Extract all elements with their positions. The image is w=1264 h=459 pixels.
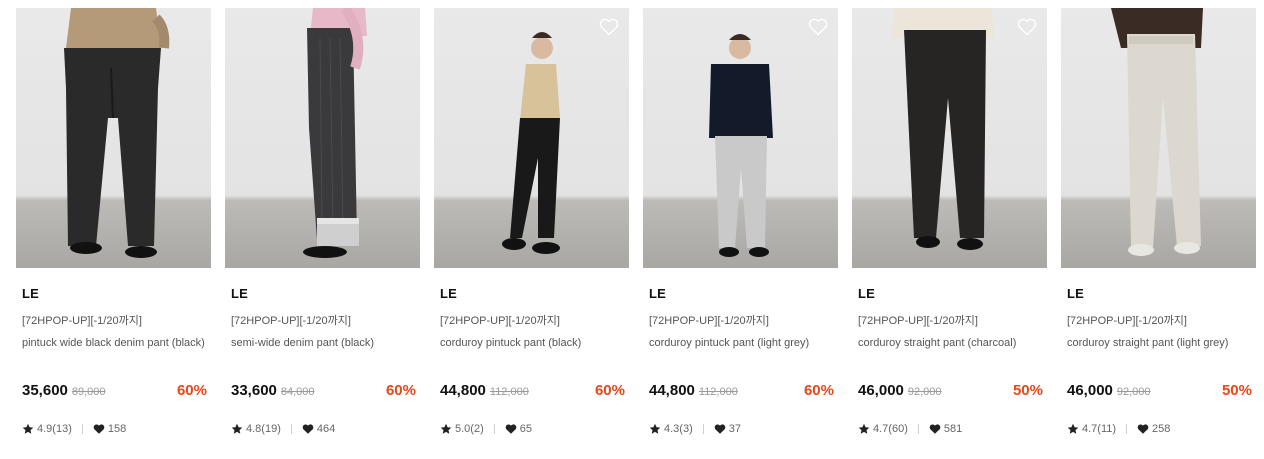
discount-rate: 50% (1221, 382, 1252, 399)
brand-name[interactable]: LE (231, 286, 420, 302)
sale-price: 44,800 (440, 382, 486, 399)
product-image[interactable] (434, 8, 629, 268)
product-image[interactable] (225, 8, 420, 268)
sale-price: 33,600 (231, 382, 277, 399)
rating-text: 4.7(11) (1082, 423, 1117, 435)
product-name[interactable]: semi-wide denim pant (black) (231, 336, 417, 366)
original-price: 112,000 (698, 386, 738, 398)
brand-name[interactable]: LE (440, 286, 629, 302)
promo-text: [72HPOP-UP][-1/20까지] (649, 315, 769, 327)
star-icon (231, 423, 243, 434)
product-grid: LE [72HPOP-UP][-1/20까지] pintuck wide bla… (16, 8, 1256, 436)
brand-name[interactable]: LE (858, 286, 1047, 302)
divider (1126, 424, 1128, 434)
heart-icon (1137, 424, 1149, 434)
likes-count: 464 (316, 423, 336, 435)
product-meta: 4.3(3) 37 (649, 422, 838, 436)
original-price: 84,000 (280, 386, 315, 398)
product-name[interactable]: corduroy straight pant (light grey) (1067, 336, 1253, 366)
product-card[interactable]: LE [72HPOP-UP][-1/20까지] corduroy pintuck… (643, 8, 838, 436)
discount-rate: 60% (385, 382, 416, 399)
product-meta: 4.9(13) 158 (22, 422, 211, 436)
original-price: 112,000 (489, 386, 529, 398)
brand-name[interactable]: LE (649, 286, 838, 302)
product-card[interactable]: LE [72HPOP-UP][-1/20까지] corduroy straigh… (1061, 8, 1256, 436)
promo-text: [72HPOP-UP][-1/20까지] (440, 315, 560, 327)
product-meta: 5.0(2) 65 (440, 422, 629, 436)
sale-price: 46,000 (1067, 382, 1113, 399)
sale-price: 46,000 (858, 382, 904, 399)
product-card[interactable]: LE [72HPOP-UP][-1/20까지] corduroy straigh… (852, 8, 1047, 436)
product-name[interactable]: corduroy straight pant (charcoal) (858, 336, 1044, 366)
original-price: 89,000 (71, 386, 106, 398)
product-image[interactable] (852, 8, 1047, 268)
heart-icon (93, 424, 105, 434)
divider (702, 424, 704, 434)
promo-text: [72HPOP-UP][-1/20까지] (858, 315, 978, 327)
divider (290, 424, 292, 434)
rating-text: 4.8(19) (246, 423, 281, 435)
star-icon (440, 423, 452, 434)
product-meta: 4.7(60) 581 (858, 422, 1047, 436)
discount-rate: 50% (1012, 382, 1043, 399)
product-meta: 4.7(11) 258 (1067, 422, 1256, 436)
product-card[interactable]: LE [72HPOP-UP][-1/20까지] corduroy pintuck… (434, 8, 629, 436)
heart-icon (714, 424, 726, 434)
product-name[interactable]: corduroy pintuck pant (light grey) (649, 336, 835, 366)
price-row: 44,800 112,000 60% (649, 382, 834, 402)
product-name[interactable]: corduroy pintuck pant (black) (440, 336, 626, 366)
price-row: 33,600 84,000 60% (231, 382, 416, 402)
product-image[interactable] (1061, 8, 1256, 268)
rating-text: 4.3(3) (664, 423, 693, 435)
product-meta: 4.8(19) 464 (231, 422, 420, 436)
price-row: 46,000 92,000 50% (1067, 382, 1252, 402)
star-icon (22, 423, 34, 434)
star-icon (649, 423, 661, 434)
discount-rate: 60% (176, 382, 207, 399)
divider (493, 424, 495, 434)
brand-name[interactable]: LE (22, 286, 211, 302)
likes-count: 37 (728, 423, 741, 435)
star-icon (858, 423, 870, 434)
discount-rate: 60% (594, 382, 625, 399)
likes-count: 258 (1152, 423, 1171, 435)
rating-text: 5.0(2) (455, 423, 484, 435)
heart-icon (505, 424, 517, 434)
rating-text: 4.9(13) (37, 423, 72, 435)
heart-outline-icon[interactable] (1017, 17, 1037, 37)
likes-count: 65 (519, 423, 532, 435)
star-icon (1067, 423, 1079, 434)
price-row: 35,600 89,000 60% (22, 382, 207, 402)
divider (81, 424, 83, 434)
product-image[interactable] (643, 8, 838, 268)
heart-icon (929, 424, 941, 434)
likes-count: 158 (107, 423, 127, 435)
promo-text: [72HPOP-UP][-1/20까지] (1067, 315, 1187, 327)
original-price: 92,000 (1116, 386, 1151, 398)
brand-name[interactable]: LE (1067, 286, 1256, 302)
sale-price: 44,800 (649, 382, 695, 399)
promo-text: [72HPOP-UP][-1/20까지] (231, 315, 351, 327)
original-price: 92,000 (907, 386, 942, 398)
heart-outline-icon[interactable] (599, 17, 619, 37)
product-name[interactable]: pintuck wide black denim pant (black) (22, 336, 208, 366)
divider (917, 424, 919, 434)
price-row: 44,800 112,000 60% (440, 382, 625, 402)
product-card[interactable]: LE [72HPOP-UP][-1/20까지] pintuck wide bla… (16, 8, 211, 436)
discount-rate: 60% (803, 382, 834, 399)
product-card[interactable]: LE [72HPOP-UP][-1/20까지] semi-wide denim … (225, 8, 420, 436)
product-image[interactable] (16, 8, 211, 268)
heart-icon (302, 424, 314, 434)
promo-text: [72HPOP-UP][-1/20까지] (22, 315, 142, 327)
likes-count: 581 (943, 423, 963, 435)
rating-text: 4.7(60) (873, 423, 908, 435)
sale-price: 35,600 (22, 382, 68, 399)
heart-outline-icon[interactable] (808, 17, 828, 37)
price-row: 46,000 92,000 50% (858, 382, 1043, 402)
